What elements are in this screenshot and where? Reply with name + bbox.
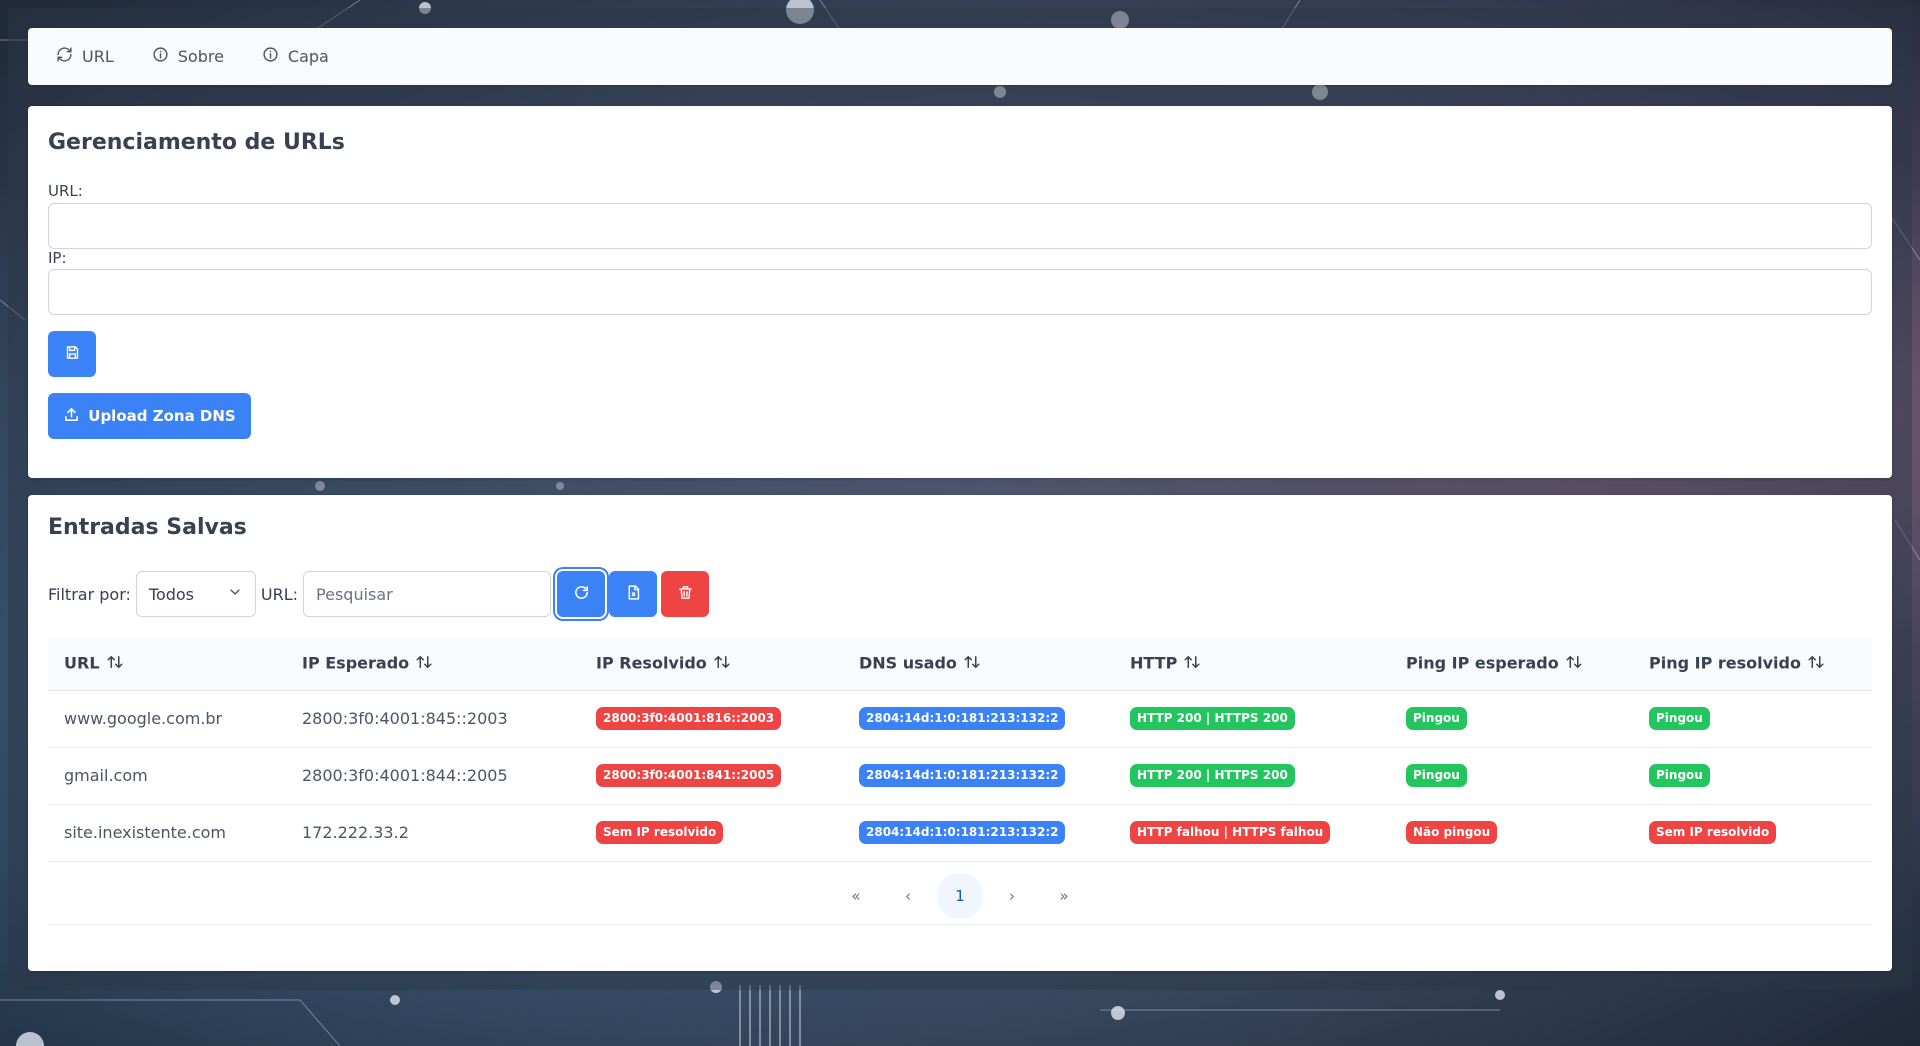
nav-item-label: URL xyxy=(82,47,114,66)
status-badge: Pingou xyxy=(1406,764,1467,787)
url-field[interactable] xyxy=(48,203,1872,249)
upload-button-label: Upload Zona DNS xyxy=(88,407,236,425)
status-badge: Sem IP resolvido xyxy=(596,821,724,844)
upload-dns-zone-button[interactable]: Upload Zona DNS xyxy=(48,393,251,439)
ip-field-label: IP: xyxy=(48,249,67,267)
search-input[interactable] xyxy=(303,571,552,617)
page-title: Gerenciamento de URLs xyxy=(48,130,345,155)
filter-selected-value: Todos xyxy=(148,584,195,604)
sort-icon xyxy=(106,653,124,675)
table-row: site.inexistente.com 172.222.33.2 Sem IP… xyxy=(48,804,1872,862)
column-header-dns-usado[interactable]: DNS usado xyxy=(843,638,1114,691)
page-button-current[interactable]: 1 xyxy=(937,872,983,919)
cell-url: site.inexistente.com xyxy=(48,804,286,862)
entries-table: URL IP Esperado IP Resolvido DNS usado H… xyxy=(48,638,1872,862)
export-excel-button[interactable] xyxy=(609,571,658,617)
nav-item-label: Sobre xyxy=(177,47,224,66)
save-icon xyxy=(64,344,81,365)
status-badge: 2804:14d:1:0:181:213:132:2 xyxy=(859,707,1066,730)
column-header-ping-ip-resolvido[interactable]: Ping IP resolvido xyxy=(1633,638,1872,691)
filter-select[interactable]: Todos xyxy=(135,571,256,617)
save-button[interactable] xyxy=(48,331,96,377)
nav-item-url[interactable]: URL xyxy=(56,46,114,67)
status-badge: 2804:14d:1:0:181:213:132:2 xyxy=(859,821,1066,844)
next-page-button[interactable]: › xyxy=(989,873,1035,919)
first-page-button[interactable]: « xyxy=(833,873,879,919)
url-management-card: Gerenciamento de URLs URL: IP: Upload Zo… xyxy=(28,106,1892,478)
refresh-button[interactable] xyxy=(557,571,606,617)
nav-item-sobre[interactable]: Sobre xyxy=(152,46,224,67)
refresh-icon xyxy=(573,584,590,604)
status-badge: Pingou xyxy=(1649,707,1710,730)
pagination: « ‹ 1 › » xyxy=(48,867,1872,925)
delete-all-button[interactable] xyxy=(661,571,710,617)
sort-icon xyxy=(963,653,981,675)
cell-ip-esperado: 172.222.33.2 xyxy=(286,804,580,862)
column-header-ping-ip-esperado[interactable]: Ping IP esperado xyxy=(1390,638,1633,691)
sort-icon xyxy=(1565,653,1583,675)
cell-ip-esperado: 2800:3f0:4001:845::2003 xyxy=(286,690,580,748)
status-badge: 2800:3f0:4001:841::2005 xyxy=(596,764,782,787)
excel-file-icon xyxy=(625,584,642,604)
status-badge: Pingou xyxy=(1406,707,1467,730)
status-badge: 2804:14d:1:0:181:213:132:2 xyxy=(859,764,1066,787)
status-badge: HTTP 200 | HTTPS 200 xyxy=(1130,707,1295,730)
url-field-label: URL: xyxy=(48,182,83,200)
filter-toolbar: Filtrar por: Todos URL: xyxy=(48,571,710,617)
column-header-ip-esperado[interactable]: IP Esperado xyxy=(286,638,580,691)
status-badge: HTTP 200 | HTTPS 200 xyxy=(1130,764,1295,787)
info-icon xyxy=(262,46,279,67)
column-header-ip-resolvido[interactable]: IP Resolvido xyxy=(580,638,843,691)
cell-url: www.google.com.br xyxy=(48,690,286,748)
sort-icon xyxy=(415,653,433,675)
section-title: Entradas Salvas xyxy=(48,515,247,540)
top-navbar: URL Sobre Capa xyxy=(28,28,1892,85)
nav-item-label: Capa xyxy=(287,47,329,66)
sort-icon xyxy=(713,653,731,675)
nav-item-capa[interactable]: Capa xyxy=(262,46,329,67)
search-url-label: URL: xyxy=(260,584,299,604)
table-header-row: URL IP Esperado IP Resolvido DNS usado H… xyxy=(48,638,1872,691)
column-header-http[interactable]: HTTP xyxy=(1114,638,1390,691)
cell-url: gmail.com xyxy=(48,747,286,805)
sort-icon xyxy=(1807,653,1825,675)
filter-label: Filtrar por: xyxy=(48,584,131,604)
chevron-down-icon xyxy=(227,584,243,604)
status-badge: Pingou xyxy=(1649,764,1710,787)
status-badge: 2800:3f0:4001:816::2003 xyxy=(596,707,782,730)
prev-page-button[interactable]: ‹ xyxy=(885,873,931,919)
cell-ip-esperado: 2800:3f0:4001:844::2005 xyxy=(286,747,580,805)
status-badge: HTTP falhou | HTTPS falhou xyxy=(1130,821,1331,844)
trash-icon xyxy=(677,584,694,604)
sort-icon xyxy=(1183,653,1201,675)
info-icon xyxy=(152,46,169,67)
refresh-icon xyxy=(56,46,73,67)
status-badge: Não pingou xyxy=(1406,821,1498,844)
last-page-button[interactable]: » xyxy=(1041,873,1087,919)
table-row: www.google.com.br 2800:3f0:4001:845::200… xyxy=(48,690,1872,748)
saved-entries-card: Entradas Salvas Filtrar por: Todos URL: xyxy=(28,495,1892,971)
upload-icon xyxy=(63,406,80,427)
column-header-url[interactable]: URL xyxy=(48,638,286,691)
ip-field[interactable] xyxy=(48,269,1872,315)
status-badge: Sem IP resolvido xyxy=(1649,821,1777,844)
table-row: gmail.com 2800:3f0:4001:844::2005 2800:3… xyxy=(48,747,1872,805)
